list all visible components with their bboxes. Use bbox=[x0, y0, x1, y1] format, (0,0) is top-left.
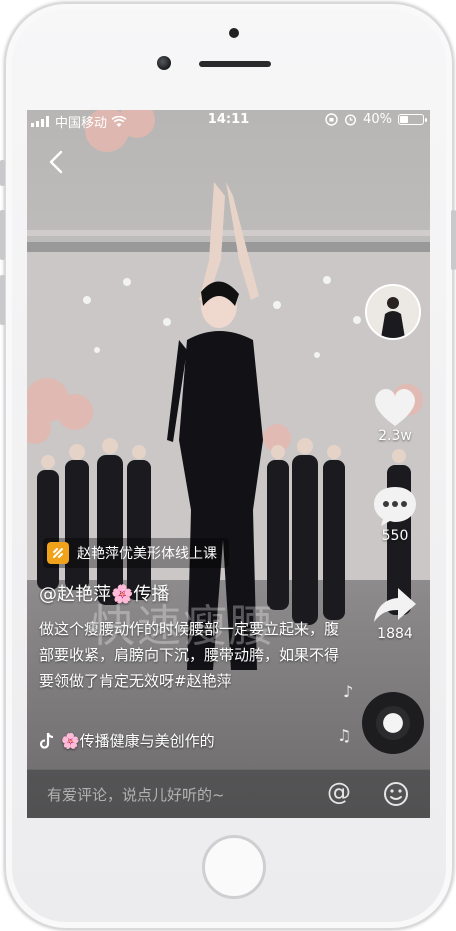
back-arrow-icon[interactable] bbox=[43, 148, 71, 176]
volume-up-button bbox=[0, 210, 5, 260]
post-caption: 做这个瘦腰动作的时候腰部一定要立起来，腹部要收紧，肩膀向下沉，腰带动胯，如果不得… bbox=[39, 620, 340, 690]
earpiece-speaker bbox=[199, 61, 271, 67]
status-bar: 中国移动 14:11 40% bbox=[27, 110, 430, 131]
comment-button[interactable]: 550 bbox=[365, 484, 425, 544]
like-count: 2.3w bbox=[378, 428, 412, 444]
music-disc[interactable] bbox=[362, 692, 424, 754]
floating-note-icon: ♫ bbox=[337, 726, 352, 745]
app-screen: 快速瘦腰 中国移动 14:11 40% 2.3w 550 1884 赵艳萍优美形… bbox=[27, 110, 430, 818]
power-button bbox=[451, 210, 456, 270]
emoji-icon[interactable] bbox=[383, 781, 409, 807]
music-title: 🌸传播健康与美创作的 bbox=[61, 732, 215, 750]
alarm-icon bbox=[345, 114, 357, 126]
comment-icon bbox=[374, 487, 416, 526]
course-icon bbox=[47, 542, 69, 564]
like-button[interactable]: 2.3w bbox=[365, 386, 425, 444]
author-avatar[interactable] bbox=[365, 284, 421, 340]
battery-percent: 40% bbox=[363, 112, 392, 127]
battery-icon bbox=[398, 114, 427, 125]
share-count: 1884 bbox=[377, 626, 413, 642]
tiktok-note-icon bbox=[39, 732, 54, 749]
orientation-lock-icon bbox=[325, 113, 338, 126]
share-button[interactable]: 1884 bbox=[365, 586, 425, 642]
mention-button[interactable]: @ bbox=[327, 778, 351, 806]
course-tag[interactable]: 赵艳萍优美形体线上课 bbox=[43, 538, 229, 568]
volume-down-button bbox=[0, 275, 5, 325]
proximity-sensor bbox=[229, 28, 239, 38]
comment-bar: 有爱评论，说点儿好听的~ @ bbox=[27, 769, 430, 818]
author-name[interactable]: @赵艳萍🌸传播 bbox=[39, 580, 169, 606]
battery-fill bbox=[400, 116, 408, 123]
comment-count: 550 bbox=[381, 528, 409, 544]
share-icon bbox=[374, 588, 416, 622]
floating-note-icon: ♪ bbox=[343, 682, 354, 701]
home-button[interactable] bbox=[202, 835, 266, 899]
front-camera bbox=[157, 56, 171, 70]
heart-icon bbox=[375, 389, 415, 426]
music-disc-cover bbox=[376, 706, 410, 740]
mute-switch bbox=[0, 160, 5, 186]
course-tag-label: 赵艳萍优美形体线上课 bbox=[77, 546, 217, 562]
comment-input[interactable]: 有爱评论，说点儿好听的~ bbox=[47, 784, 225, 805]
music-info[interactable]: 🌸传播健康与美创作的 bbox=[39, 730, 215, 751]
